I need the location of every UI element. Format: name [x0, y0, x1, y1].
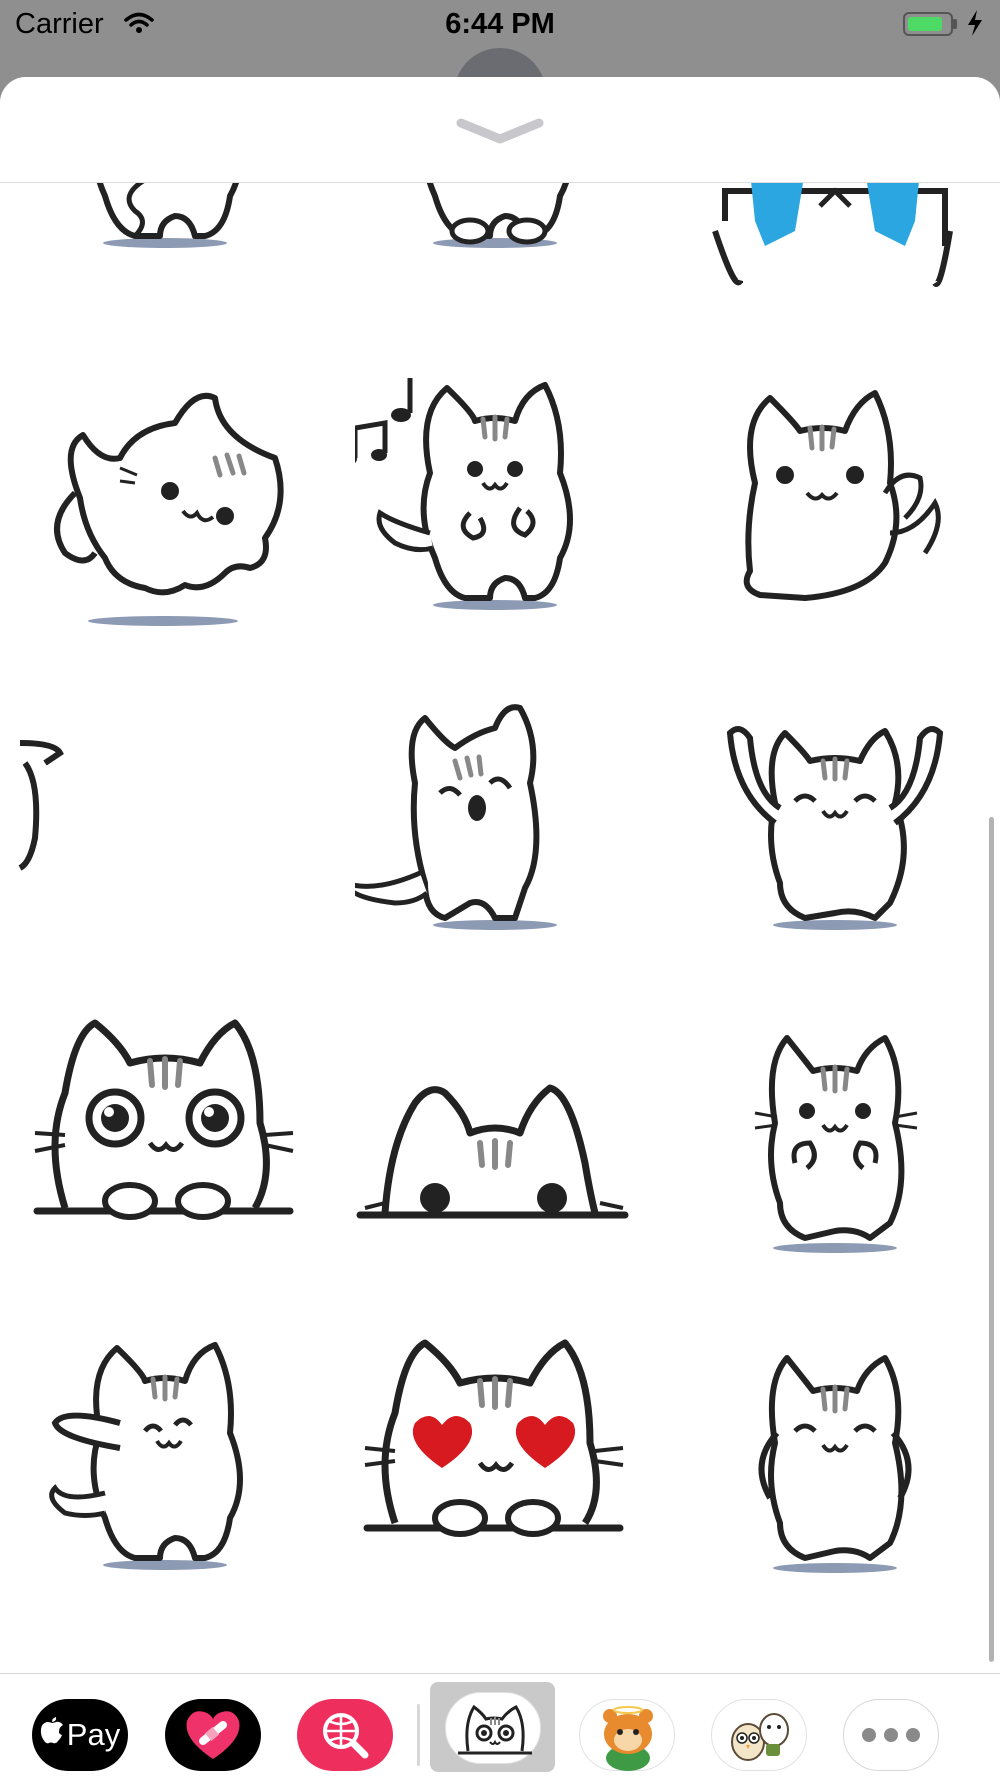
apple-pay-app[interactable]: Pay: [32, 1699, 128, 1771]
scrollbar[interactable]: [989, 817, 994, 1662]
tray-divider: [417, 1704, 420, 1766]
cat-sticker-crying[interactable]: [695, 183, 975, 291]
battery-cap: [953, 19, 957, 29]
sticker-sheet: Pay: [0, 77, 1000, 1778]
heart-icon: [186, 1711, 240, 1759]
clock: 6:44 PM: [445, 8, 555, 40]
cat-sticker-partial[interactable]: [0, 673, 280, 973]
cat-sticker-waving[interactable]: [695, 353, 975, 653]
cat-sticker-top-middle[interactable]: [355, 183, 635, 291]
hamster-icon: [603, 1706, 653, 1771]
status-bar: Carrier 6:44 PM: [0, 0, 1000, 50]
cat-sticker-top-left[interactable]: [25, 183, 305, 291]
cat-sticker-jumping[interactable]: [25, 353, 305, 653]
cat-sticker-hands-on-hips[interactable]: [695, 1313, 975, 1613]
cat-sticker-app[interactable]: [445, 1692, 541, 1764]
cat-sticker-laughing[interactable]: [341, 673, 635, 973]
cat-sticker-big-eyes[interactable]: [25, 993, 305, 1293]
hamster-sticker-app[interactable]: [579, 1699, 675, 1771]
apple-pay-label: Pay: [66, 1717, 121, 1752]
cat-sticker-standing[interactable]: [695, 993, 975, 1293]
cat-sticker-dabbing[interactable]: [25, 1313, 305, 1613]
charging-icon: [967, 10, 983, 41]
app-tray: Pay: [0, 1673, 1000, 1778]
sticker-grid: [0, 183, 1000, 1673]
battery-icon: [903, 12, 953, 36]
cat-sticker-singing[interactable]: [341, 353, 635, 653]
owl-icon: [731, 1713, 789, 1761]
web-search-icon: [323, 1713, 369, 1759]
cat-sticker-heart-eyes[interactable]: [355, 1313, 635, 1613]
more-apps-button[interactable]: [843, 1699, 939, 1771]
cat-sticker-peeking[interactable]: [355, 993, 635, 1293]
cat-sticker-arms-up[interactable]: [695, 673, 975, 973]
more-icon-dot: [884, 1728, 898, 1742]
cat-face-icon: [458, 1704, 532, 1755]
collapse-chevron-icon[interactable]: [455, 115, 545, 150]
more-icon-dot: [862, 1728, 876, 1742]
more-icon-dot: [906, 1728, 920, 1742]
heart-app[interactable]: [165, 1699, 261, 1771]
owl-sticker-app[interactable]: [711, 1699, 807, 1771]
apple-icon: [40, 1717, 64, 1753]
sheet-header: [0, 77, 1000, 183]
search-app[interactable]: [297, 1699, 393, 1771]
